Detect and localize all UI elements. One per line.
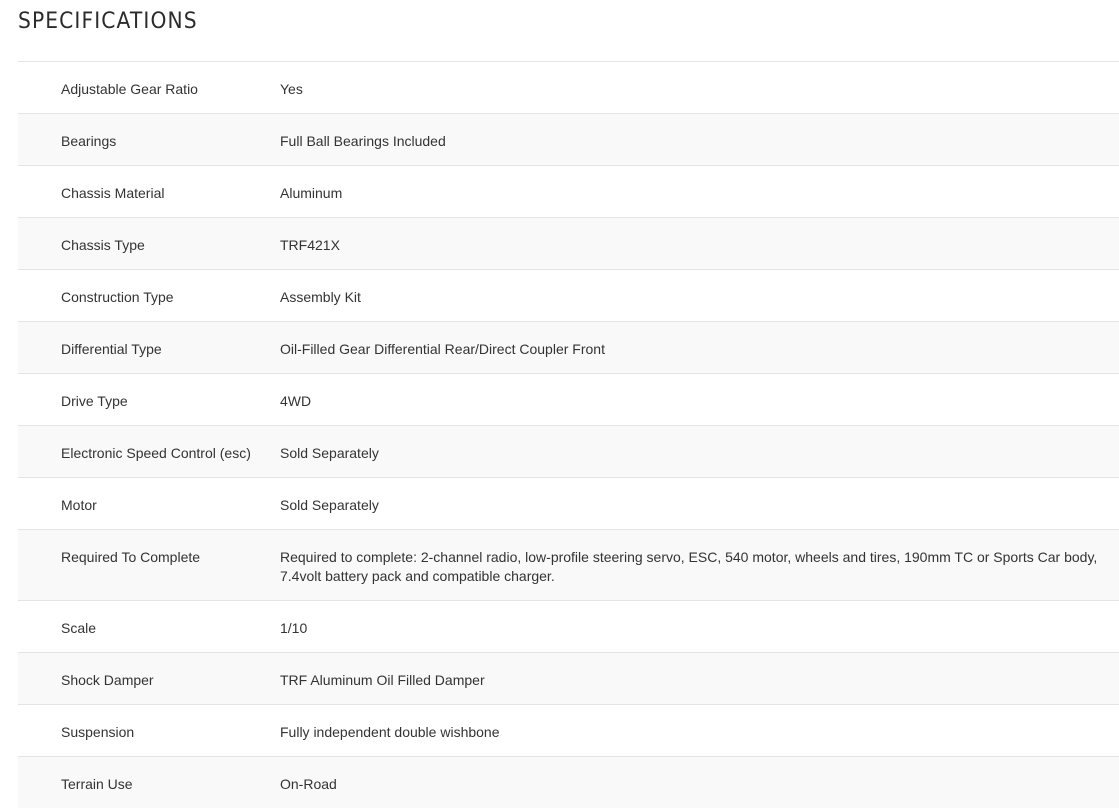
spec-row-suspension: Suspension Fully independent double wish… — [18, 705, 1119, 757]
spec-value: 4WD — [280, 393, 312, 409]
spec-row-electronic-speed-control: Electronic Speed Control (esc) Sold Sepa… — [18, 426, 1119, 478]
spec-row-bearings: Bearings Full Ball Bearings Included — [18, 114, 1119, 166]
spec-value: TRF Aluminum Oil Filled Damper — [280, 672, 485, 688]
spec-row-scale: Scale 1/10 — [18, 601, 1119, 653]
spec-value: Assembly Kit — [280, 289, 361, 305]
spec-row-construction-type: Construction Type Assembly Kit — [18, 270, 1119, 322]
spec-label: Construction Type — [61, 289, 174, 305]
spec-label: Shock Damper — [61, 672, 154, 688]
spec-label: Chassis Type — [61, 237, 145, 253]
spec-label: Terrain Use — [61, 776, 133, 792]
spec-row-terrain-use: Terrain Use On-Road — [18, 757, 1119, 808]
spec-row-shock-damper: Shock Damper TRF Aluminum Oil Filled Dam… — [18, 653, 1119, 705]
spec-value: 1/10 — [280, 620, 308, 636]
spec-row-drive-type: Drive Type 4WD — [18, 374, 1119, 426]
spec-value: Fully independent double wishbone — [280, 724, 500, 740]
spec-label: Motor — [61, 497, 97, 513]
spec-value: Aluminum — [280, 185, 343, 201]
spec-value: TRF421X — [280, 237, 340, 253]
specifications-table: Adjustable Gear Ratio Yes Bearings Full … — [18, 61, 1119, 808]
spec-label: Suspension — [61, 724, 135, 740]
spec-label: Drive Type — [61, 393, 128, 409]
spec-value: On-Road — [280, 776, 337, 792]
spec-label: Adjustable Gear Ratio — [61, 81, 198, 97]
spec-label: Required To Complete — [61, 549, 201, 565]
section-title: SPECIFICATIONS — [18, 9, 198, 34]
spec-label: Bearings — [61, 133, 117, 149]
spec-label: Differential Type — [61, 341, 162, 357]
spec-row-adjustable-gear-ratio: Adjustable Gear Ratio Yes — [18, 62, 1119, 114]
spec-label: Chassis Material — [61, 185, 165, 201]
spec-value: Required to complete: 2-channel radio, l… — [280, 549, 1098, 584]
spec-value: Sold Separately — [280, 497, 379, 513]
spec-label: Scale — [61, 620, 97, 636]
spec-row-chassis-type: Chassis Type TRF421X — [18, 218, 1119, 270]
spec-row-chassis-material: Chassis Material Aluminum — [18, 166, 1119, 218]
spec-row-motor: Motor Sold Separately — [18, 478, 1119, 530]
spec-label: Electronic Speed Control (esc) — [61, 445, 251, 461]
spec-value: Oil-Filled Gear Differential Rear/Direct… — [280, 341, 605, 357]
spec-value: Sold Separately — [280, 445, 379, 461]
spec-value: Yes — [280, 81, 303, 97]
spec-value: Full Ball Bearings Included — [280, 133, 446, 149]
spec-row-differential-type: Differential Type Oil-Filled Gear Differ… — [18, 322, 1119, 374]
spec-row-required-to-complete: Required To Complete Required to complet… — [18, 530, 1119, 601]
